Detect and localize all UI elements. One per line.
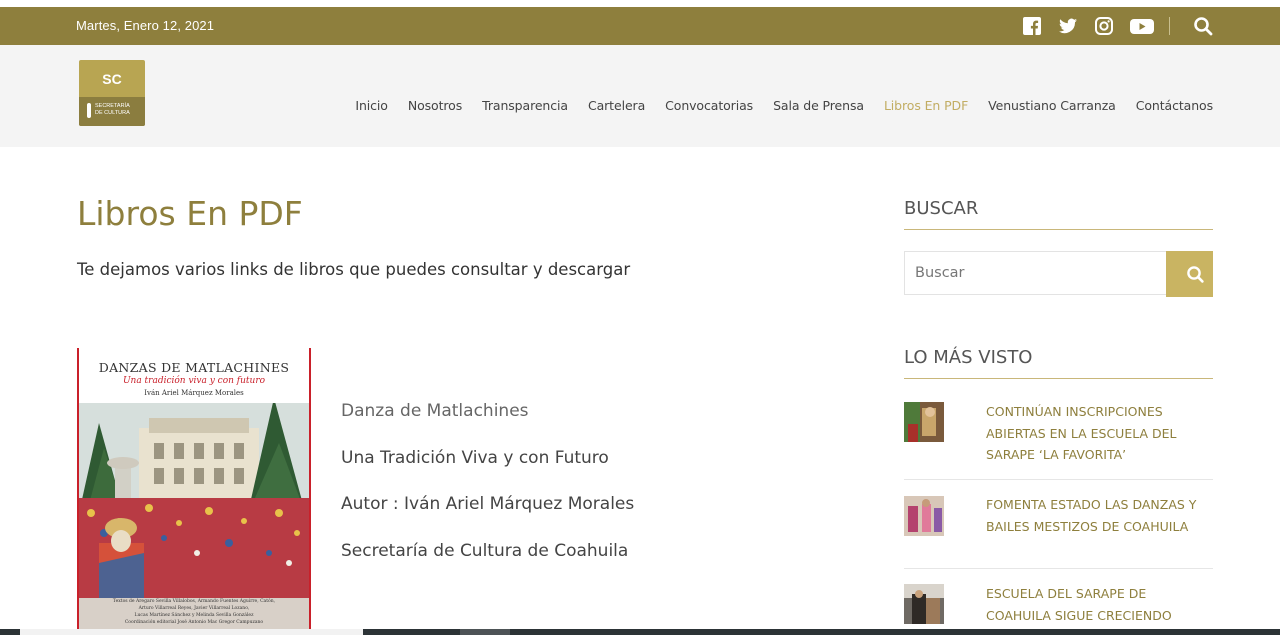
search-button[interactable] xyxy=(1166,251,1213,297)
nav-contactanos[interactable]: Contáctanos xyxy=(1136,98,1213,113)
facebook-icon[interactable] xyxy=(1021,15,1043,37)
logo-abbr: SC xyxy=(102,71,122,87)
top-bar: Martes, Enero 12, 2021 xyxy=(0,7,1280,45)
main-nav: Inicio Nosotros Transparencia Cartelera … xyxy=(335,98,1213,113)
bottom-bar-segment xyxy=(460,629,510,635)
book-name: Danza de Matlachines xyxy=(341,401,529,421)
post-thumbnail[interactable] xyxy=(904,496,944,536)
book-author: Autor : Iván Ariel Márquez Morales xyxy=(341,494,635,514)
cover-credits-line: Lucas Martínez Sánchez y Melinda Sevilla… xyxy=(134,613,254,618)
top-edge xyxy=(0,0,1280,7)
cover-credits: Textos de Aregaro Sevilla Villalobos, Ar… xyxy=(85,598,303,626)
nav-cartelera[interactable]: Cartelera xyxy=(588,98,645,113)
book-publisher: Secretaría de Cultura de Coahuila xyxy=(341,541,629,561)
post-thumbnail[interactable] xyxy=(904,402,944,442)
post-title[interactable]: FOMENTA ESTADO LAS DANZAS Y BAILES MESTI… xyxy=(986,494,1213,537)
nav-nosotros[interactable]: Nosotros xyxy=(408,98,462,113)
cover-subtitle: Una tradición viva y con futuro xyxy=(122,376,266,386)
cover-credits-line: Coordinación editorial José Antonio Mac … xyxy=(124,620,264,625)
search-icon[interactable] xyxy=(1192,15,1214,37)
cover-credits-line: Arturo Villarreal Reyes, Javier Villarre… xyxy=(138,606,250,611)
search-input[interactable] xyxy=(904,251,1166,295)
book-subtitle: Una Tradición Viva y con Futuro xyxy=(341,448,609,468)
page-subtitle: Te dejamos varios links de libros que pu… xyxy=(77,260,631,279)
logo-mark xyxy=(87,103,91,118)
instagram-icon[interactable] xyxy=(1093,15,1115,37)
logo-line2: DE CULTURA xyxy=(95,110,130,116)
site-logo[interactable]: SC SECRETARÍA DE CULTURA xyxy=(79,60,145,126)
cover-credits-line: Textos de Aregaro Sevilla Villalobos, Ar… xyxy=(112,599,276,604)
search-icon xyxy=(1187,266,1204,283)
site-header: SC SECRETARÍA DE CULTURA Inicio Nosotros… xyxy=(0,45,1280,147)
cover-title: DANZAS DE MATLACHINES xyxy=(98,360,290,375)
current-date: Martes, Enero 12, 2021 xyxy=(76,18,215,33)
logo-line1: SECRETARÍA xyxy=(95,103,130,109)
nav-convocatorias[interactable]: Convocatorias xyxy=(665,98,753,113)
post-title[interactable]: ESCUELA DEL SARAPE DE COAHUILA SIGUE CRE… xyxy=(986,583,1213,626)
cover-author: Iván Ariel Márquez Morales xyxy=(144,389,244,397)
post-separator xyxy=(904,568,1213,569)
most-viewed-heading: LO MÁS VISTO xyxy=(904,347,1213,379)
book-cover-image[interactable]: DANZAS DE MATLACHINES Una tradición viva… xyxy=(77,348,311,635)
search-heading: BUSCAR xyxy=(904,198,1213,230)
topbar-divider xyxy=(1169,17,1170,35)
nav-libros-en-pdf[interactable]: Libros En PDF xyxy=(884,98,968,113)
cover-illustration xyxy=(79,403,309,598)
post-title[interactable]: CONTINÚAN INSCRIPCIONES ABIERTAS EN LA E… xyxy=(986,401,1213,466)
logo-text: SECRETARÍA DE CULTURA xyxy=(95,103,130,117)
nav-inicio[interactable]: Inicio xyxy=(355,98,388,113)
bottom-bar-segment xyxy=(20,629,363,635)
post-thumbnail[interactable] xyxy=(904,584,944,624)
nav-venustiano-carranza[interactable]: Venustiano Carranza xyxy=(988,98,1116,113)
post-separator xyxy=(904,479,1213,480)
youtube-icon[interactable] xyxy=(1129,15,1154,37)
logo-band: SECRETARÍA DE CULTURA xyxy=(79,97,145,126)
nav-transparencia[interactable]: Transparencia xyxy=(482,98,568,113)
social-links xyxy=(1007,15,1214,37)
twitter-icon[interactable] xyxy=(1057,15,1079,37)
nav-sala-de-prensa[interactable]: Sala de Prensa xyxy=(773,98,864,113)
bottom-bar xyxy=(0,629,1280,635)
page-title: Libros En PDF xyxy=(77,194,303,233)
